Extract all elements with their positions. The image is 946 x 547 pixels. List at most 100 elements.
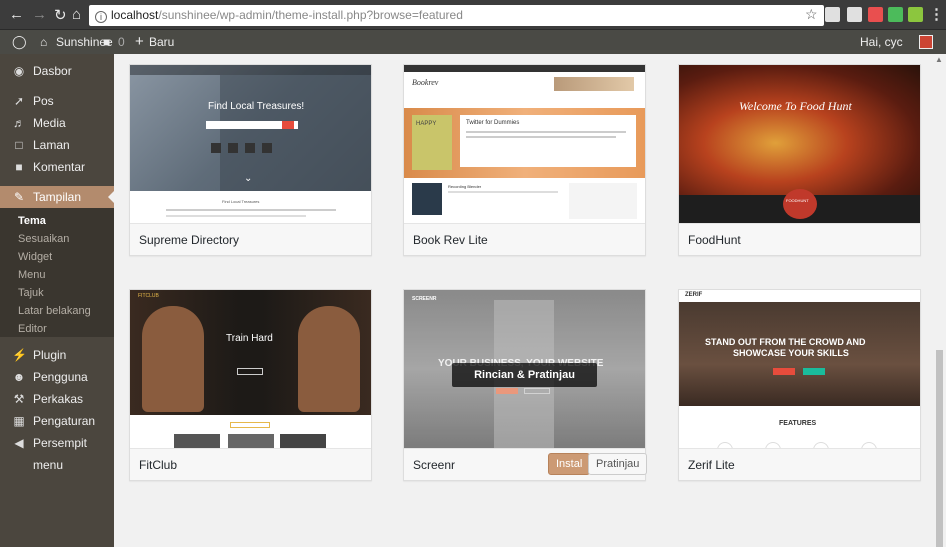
sidebar-item-label: Pengaturan bbox=[33, 414, 96, 428]
theme-card-screenr[interactable]: SCREENR YOUR BUSINESS, YOUR WEBSITE Rinc… bbox=[403, 289, 648, 481]
theme-screenshot[interactable]: FITCLUB Train Hard bbox=[130, 290, 371, 448]
theme-card-foodhunt[interactable]: Welcome To Food Hunt FOODHUNT FoodHunt bbox=[678, 64, 921, 256]
theme-card-supreme-directory[interactable]: Find Local Treasures! ⌄ Find Local Treas… bbox=[129, 64, 372, 256]
sidebar-item-label: Pengguna bbox=[33, 370, 88, 384]
plus-icon[interactable]: + bbox=[135, 30, 144, 54]
sidebar-item-tampilan[interactable]: ✎ Tampilan bbox=[0, 186, 114, 208]
extension-icon[interactable] bbox=[868, 7, 883, 22]
appearance-submenu: Tema Sesuaikan Widget Menu Tajuk Latar b… bbox=[0, 208, 114, 337]
submenu-latar-belakang[interactable]: Latar belakang bbox=[18, 302, 91, 320]
preview-subtitle: Find Local Treasures bbox=[222, 199, 260, 204]
sidebar-item-pos[interactable]: ➚ Pos bbox=[0, 90, 114, 112]
extension-icon[interactable] bbox=[908, 7, 923, 22]
sidebar-item-pengguna[interactable]: ☻ Pengguna bbox=[0, 366, 114, 388]
brush-icon: ✎ bbox=[13, 190, 25, 204]
preview-brand: ZERIF bbox=[685, 292, 703, 298]
preview-title: Find Local Treasures! bbox=[208, 101, 305, 112]
sidebar-item-label: Perkakas bbox=[33, 392, 84, 406]
address-bar[interactable]: i localhost/sunshinee/wp-admin/theme-inst… bbox=[89, 5, 824, 26]
plugin-icon: ⚡ bbox=[12, 348, 27, 362]
theme-card-zerif-lite[interactable]: ZERIF STAND OUT FROM THE CROWD AND SHOWC… bbox=[678, 289, 921, 481]
sidebar-item-media[interactable]: ♬ Media bbox=[0, 112, 114, 134]
dashboard-icon: ◉ bbox=[13, 64, 25, 78]
preview-section-title: Recording Blender bbox=[448, 184, 482, 189]
extension-icon[interactable] bbox=[825, 7, 840, 22]
theme-screenshot[interactable]: Find Local Treasures! ⌄ Find Local Treas… bbox=[130, 65, 371, 223]
theme-name: Supreme Directory bbox=[130, 223, 371, 255]
sidebar-item-pengaturan[interactable]: ▦ Pengaturan bbox=[0, 410, 114, 432]
sidebar-item-dasbor[interactable]: ◉ Dasbor bbox=[0, 60, 114, 82]
submenu-editor[interactable]: Editor bbox=[18, 320, 47, 338]
home-icon[interactable]: ⌂ bbox=[40, 30, 47, 54]
new-content-link[interactable]: Baru bbox=[149, 30, 174, 54]
url-host: localhost bbox=[111, 8, 159, 22]
user-greeting[interactable]: Hai, cyc bbox=[860, 30, 903, 54]
theme-screenshot[interactable]: ZERIF STAND OUT FROM THE CROWD AND SHOWC… bbox=[679, 290, 920, 448]
sidebar-item-plugin[interactable]: ⚡ Plugin bbox=[0, 344, 114, 366]
browser-menu-icon[interactable]: ⋮ bbox=[929, 5, 944, 23]
submenu-tajuk[interactable]: Tajuk bbox=[18, 284, 44, 302]
extension-icon[interactable] bbox=[888, 7, 903, 22]
comment-icon[interactable]: ■ bbox=[103, 30, 110, 54]
theme-screenshot[interactable]: SCREENR YOUR BUSINESS, YOUR WEBSITE Rinc… bbox=[404, 290, 645, 448]
preview-title: Twitter for Dummies bbox=[466, 120, 520, 126]
sidebar-item-label: Pos bbox=[33, 94, 54, 108]
extension-icon[interactable] bbox=[847, 7, 862, 22]
sidebar-item-label: Dasbor bbox=[33, 64, 72, 78]
preview-brand: Bookrev bbox=[412, 78, 439, 87]
scroll-up-icon[interactable]: ▲ bbox=[935, 55, 943, 64]
preview-title: Welcome To Food Hunt bbox=[739, 99, 852, 113]
preview-button[interactable]: Pratinjau bbox=[588, 453, 648, 475]
theme-screenshot[interactable]: Welcome To Food Hunt FOODHUNT bbox=[679, 65, 920, 223]
pin-icon: ➚ bbox=[13, 94, 25, 108]
page-icon: □ bbox=[15, 138, 23, 152]
sidebar-collapse[interactable]: ◀ Persempit menu bbox=[0, 432, 114, 472]
home-icon[interactable]: ⌂ bbox=[72, 6, 81, 23]
preview-section-title: FEATURES bbox=[779, 420, 817, 427]
back-icon[interactable]: ← bbox=[9, 6, 24, 23]
submenu-menu[interactable]: Menu bbox=[18, 266, 46, 284]
theme-name: Zerif Lite bbox=[679, 448, 920, 480]
collapse-icon: ◀ bbox=[14, 436, 24, 450]
admin-sidebar: ◉ Dasbor ➚ Pos ♬ Media □ Laman ■ Komentar ✎ Ta… bbox=[0, 54, 114, 547]
theme-name: Screenr bbox=[413, 458, 456, 472]
sidebar-item-label: Persempit menu bbox=[33, 436, 88, 472]
sidebar-item-komentar[interactable]: ■ Komentar bbox=[0, 156, 114, 178]
sidebar-item-perkakas[interactable]: ⚒ Perkakas bbox=[0, 388, 114, 410]
sidebar-item-label: Media bbox=[33, 116, 66, 130]
preview-title: Train Hard bbox=[226, 333, 273, 344]
install-button[interactable]: Instal bbox=[548, 453, 591, 475]
sidebar-item-label: Laman bbox=[33, 138, 70, 152]
preview-book-cover: HAPPY bbox=[416, 121, 437, 127]
wp-admin-bar: ◯ ⌂ Sunshinee ■ 0 + Baru Hai, cyc bbox=[0, 30, 946, 54]
submenu-widget[interactable]: Widget bbox=[18, 248, 52, 266]
theme-card-book-rev-lite[interactable]: Bookrev HAPPY Twitter for Dummies Record… bbox=[403, 64, 646, 256]
bookmark-star-icon[interactable]: ☆ bbox=[805, 6, 818, 23]
user-icon: ☻ bbox=[12, 370, 26, 384]
avatar[interactable] bbox=[919, 35, 933, 49]
submenu-tema[interactable]: Tema bbox=[18, 212, 46, 230]
sidebar-item-laman[interactable]: □ Laman bbox=[0, 134, 114, 156]
preview-title-line2: SHOWCASE YOUR SKILLS bbox=[733, 348, 849, 358]
browser-toolbar: ← → ↻ ⌂ i localhost/sunshinee/wp-admin/th… bbox=[0, 0, 946, 30]
media-icon: ♬ bbox=[13, 116, 25, 130]
site-info-icon[interactable]: i bbox=[95, 11, 107, 23]
forward-icon[interactable]: → bbox=[32, 6, 47, 23]
wordpress-logo-icon[interactable]: ◯ bbox=[12, 30, 27, 54]
theme-name: Book Rev Lite bbox=[404, 223, 645, 255]
preview-brand: FOODHUNT bbox=[786, 198, 809, 203]
details-preview-overlay[interactable]: Rincian & Pratinjau bbox=[452, 363, 597, 387]
comments-count[interactable]: 0 bbox=[118, 30, 125, 54]
theme-name: FitClub bbox=[130, 448, 371, 480]
reload-icon[interactable]: ↻ bbox=[54, 6, 67, 24]
theme-name-bar: Screenr Instal Pratinjau bbox=[404, 448, 648, 480]
comment-icon: ■ bbox=[15, 160, 23, 174]
theme-screenshot[interactable]: Bookrev HAPPY Twitter for Dummies Record… bbox=[404, 65, 645, 223]
submenu-sesuaikan[interactable]: Sesuaikan bbox=[18, 230, 69, 248]
sidebar-item-label: Komentar bbox=[33, 160, 86, 174]
preview-brand: FITCLUB bbox=[138, 293, 159, 299]
settings-icon: ▦ bbox=[13, 414, 25, 428]
scrollbar-thumb[interactable] bbox=[936, 350, 943, 547]
wrench-icon: ⚒ bbox=[13, 392, 25, 406]
theme-card-fitclub[interactable]: FITCLUB Train Hard FitClub bbox=[129, 289, 372, 481]
